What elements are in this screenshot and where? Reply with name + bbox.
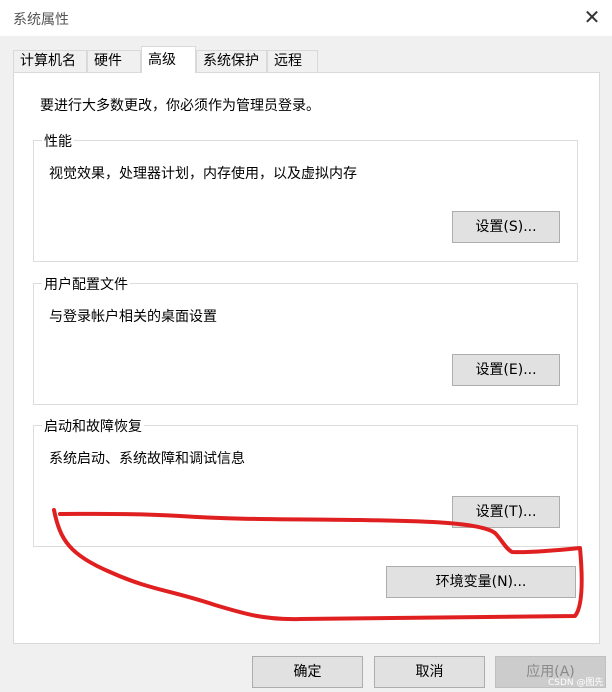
cancel-button[interactable]: 取消 [374, 656, 485, 688]
group-startup-recovery-label: 启动和故障恢复 [42, 416, 144, 436]
group-user-profiles: 用户配置文件 与登录帐户相关的桌面设置 [33, 274, 578, 405]
group-user-profiles-label: 用户配置文件 [42, 274, 130, 294]
admin-notice: 要进行大多数更改，你必须作为管理员登录。 [40, 98, 320, 114]
environment-variables-button[interactable]: 环境变量(N)... [386, 566, 576, 598]
group-user-profiles-description: 与登录帐户相关的桌面设置 [49, 309, 217, 325]
group-performance-description: 视觉效果，处理器计划，内存使用，以及虚拟内存 [49, 166, 357, 182]
startup-recovery-settings-button[interactable]: 设置(T)... [452, 496, 560, 528]
ok-button[interactable]: 确定 [252, 656, 363, 688]
tab-system-protection[interactable]: 系统保护 [196, 50, 267, 72]
group-performance: 性能 视觉效果，处理器计划，内存使用，以及虚拟内存 [33, 131, 578, 262]
user-profiles-settings-button[interactable]: 设置(E)... [452, 354, 560, 386]
tab-remote[interactable]: 远程 [267, 50, 318, 72]
watermark: CSDN @图先 [548, 678, 604, 688]
tab-computer-name[interactable]: 计算机名 [13, 50, 87, 72]
close-icon[interactable]: ✕ [578, 2, 606, 32]
window-title: 系统属性 [13, 12, 69, 28]
title-bar: 系统属性 ✕ [0, 0, 612, 36]
performance-settings-button[interactable]: 设置(S)... [452, 211, 560, 243]
tab-hardware[interactable]: 硬件 [87, 50, 141, 72]
tab-advanced[interactable]: 高级 [141, 46, 196, 73]
group-performance-label: 性能 [42, 131, 74, 151]
group-startup-recovery-description: 系统启动、系统故障和调试信息 [49, 451, 245, 467]
group-startup-recovery: 启动和故障恢复 系统启动、系统故障和调试信息 [33, 416, 578, 547]
